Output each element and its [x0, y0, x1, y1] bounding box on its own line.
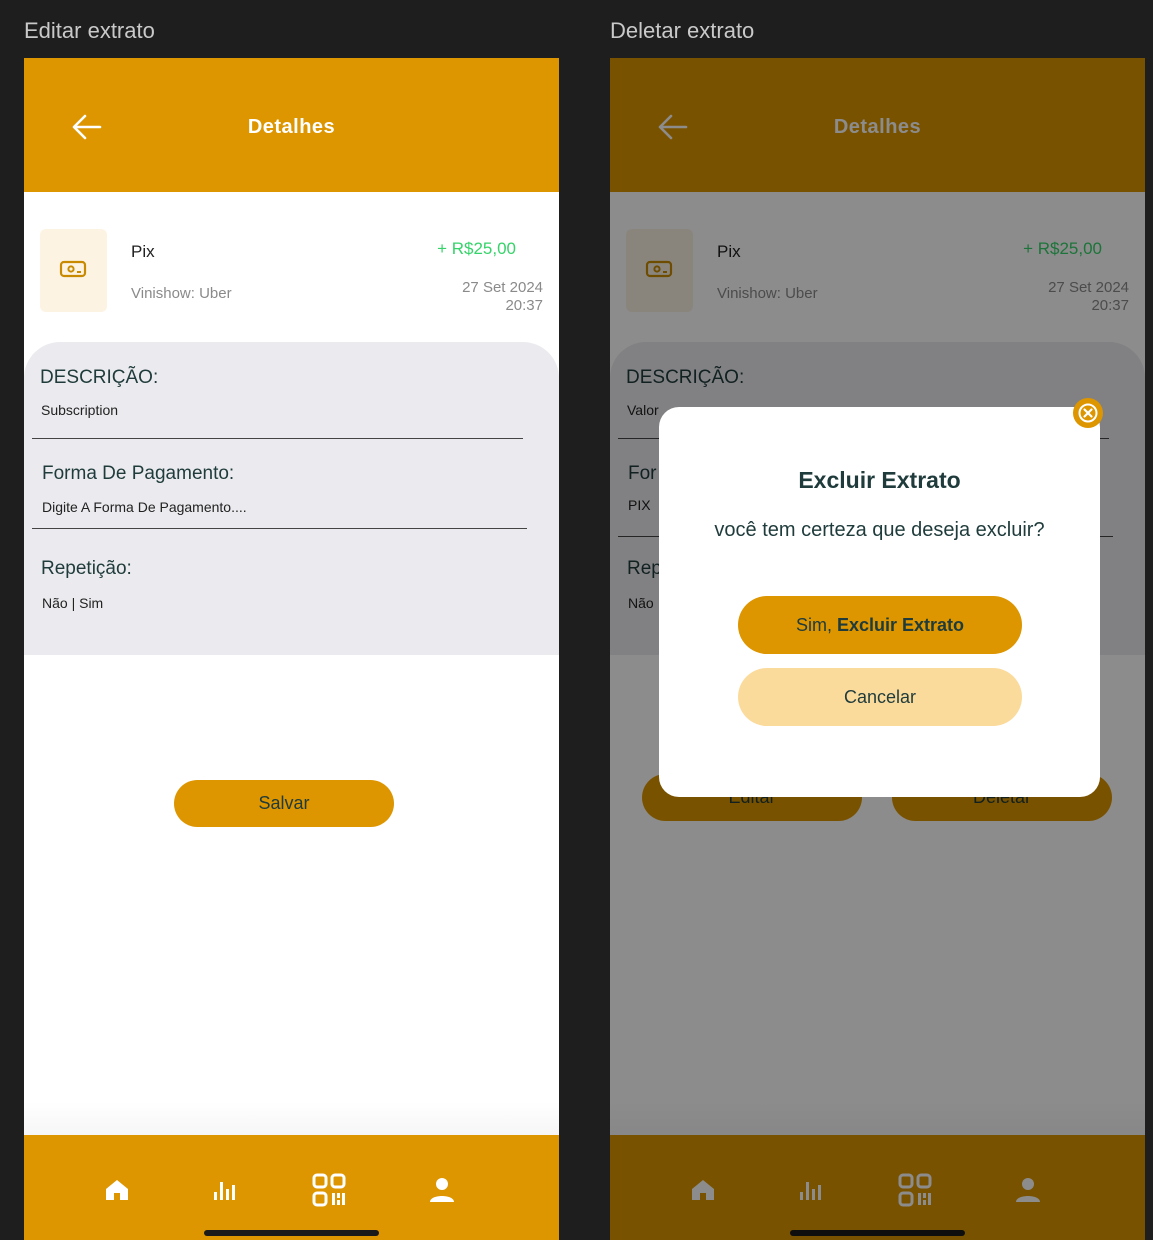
dialog-title: Excluir Extrato: [798, 467, 961, 493]
repeat-label: Repetição:: [41, 558, 132, 579]
dialog-message: você tem certeza que deseja excluir?: [714, 519, 1045, 541]
transaction-summary: Pix Vinishow: Uber + R$25,00 27 Set 2024…: [24, 192, 559, 342]
transaction-name: Pix: [131, 242, 155, 261]
delete-confirm-dialog: Excluir Extrato você tem certeza que des…: [659, 407, 1100, 797]
close-dialog-button[interactable]: [1073, 398, 1103, 428]
confirm-delete-button[interactable]: Sim, Excluir Extrato: [738, 596, 1022, 654]
repeat-option-yes[interactable]: Sim: [79, 595, 103, 611]
bar-chart-icon: [214, 1182, 235, 1200]
tab-qr[interactable]: [309, 1170, 349, 1210]
transaction-date: 27 Set 2024: [462, 279, 543, 296]
payment-underline: [32, 528, 527, 529]
transaction-datetime: 27 Set 2024 20:37: [462, 279, 543, 315]
frame-label-delete: Deletar extrato: [610, 18, 755, 43]
transaction-amount: + R$25,00: [437, 239, 516, 258]
description-underline: [32, 438, 523, 439]
cancel-button[interactable]: Cancelar: [738, 668, 1022, 726]
repeat-toggle: Não | Sim: [42, 595, 103, 611]
payment-label: Forma De Pagamento:: [42, 463, 235, 484]
details-card: DESCRIÇÃO: Subscription Forma De Pagamen…: [24, 342, 559, 655]
confirm-bold: Excluir Extrato: [836, 614, 965, 635]
user-icon: [430, 1178, 454, 1202]
close-circle-icon: [1078, 403, 1098, 423]
bottom-tabbar: [24, 1135, 559, 1240]
save-button[interactable]: Salvar: [174, 780, 394, 827]
tab-profile[interactable]: [422, 1170, 462, 1210]
qr-code-icon: [312, 1173, 346, 1207]
home-icon: [106, 1180, 128, 1200]
phone-edit: Detalhes Pix Vinishow: Uber + R$25,00 27…: [24, 58, 559, 1240]
tabbar-fade: [24, 1102, 559, 1136]
page-title: Detalhes: [247, 116, 336, 138]
transaction-time: 20:37: [505, 297, 543, 314]
repeat-option-no[interactable]: Não: [42, 595, 68, 611]
description-input[interactable]: Subscription: [41, 402, 118, 418]
header: Detalhes: [24, 58, 559, 192]
description-label: DESCRIÇÃO:: [40, 367, 159, 388]
payment-input[interactable]: Digite A Forma De Pagamento....: [42, 499, 247, 515]
repeat-separator: |: [71, 595, 76, 611]
home-indicator: [204, 1230, 379, 1236]
tab-home[interactable]: [97, 1170, 137, 1210]
transaction-subtitle: Vinishow: Uber: [131, 285, 232, 302]
cash-icon: [40, 229, 107, 312]
tab-stats[interactable]: [204, 1170, 244, 1210]
frame-label-edit: Editar extrato: [24, 18, 155, 43]
confirm-prefix: Sim,: [795, 614, 837, 635]
